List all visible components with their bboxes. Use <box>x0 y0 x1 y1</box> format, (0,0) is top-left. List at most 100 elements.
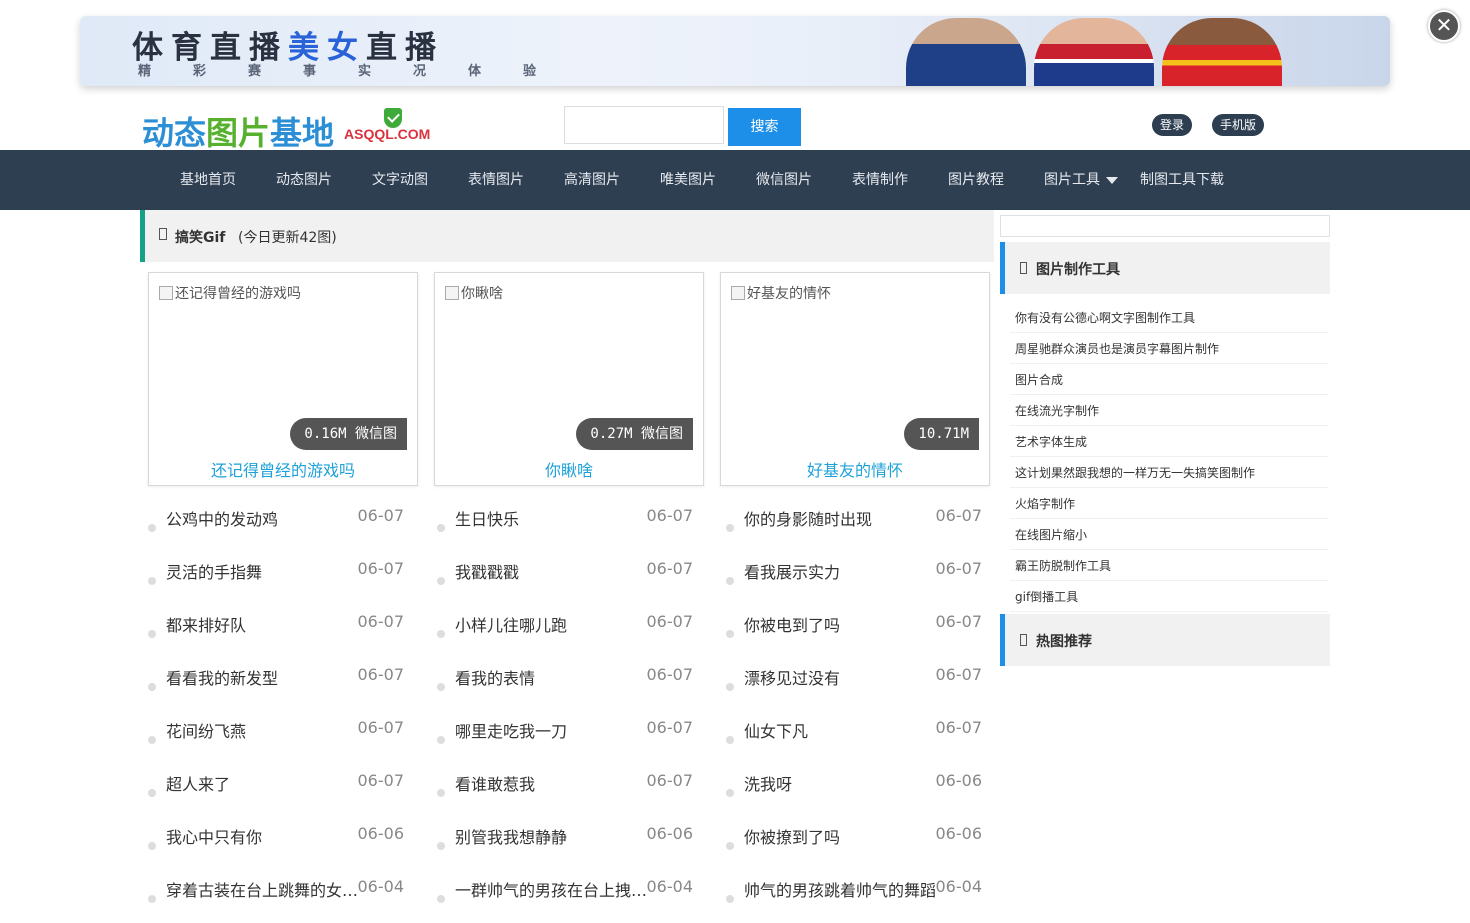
list-item[interactable]: 帅气的男孩跳着帅气的舞蹈 06-04 <box>726 861 982 914</box>
list-item[interactable]: 你的身影随时出现 06-07 <box>726 490 982 543</box>
list-item[interactable]: 看看我的新发型 06-07 <box>148 649 404 702</box>
list-item[interactable]: 看谁敢惹我 06-07 <box>437 755 693 808</box>
mobile-version-button[interactable]: ​手机版 <box>1212 114 1265 136</box>
nav-item-emoji[interactable]: 表情图片 <box>468 150 524 210</box>
bullet-dot <box>726 895 734 903</box>
bullet-dot <box>726 789 734 797</box>
bullet-dot <box>726 524 734 532</box>
bullet-dot <box>148 630 156 638</box>
list-item[interactable]: 仙女下凡 06-07 <box>726 702 982 755</box>
banner-players-image <box>906 16 1286 86</box>
verified-shield-icon <box>384 108 402 128</box>
list-item[interactable]: 洗我呀 06-06 <box>726 755 982 808</box>
bullet-dot <box>437 577 445 585</box>
list-item[interactable]: 看我的表情 06-07 <box>437 649 693 702</box>
bullet-dot <box>148 789 156 797</box>
bullet-dot <box>726 683 734 691</box>
bullet-dot <box>726 842 734 850</box>
sidebar-tool-link[interactable]: gif倒播工具 <box>1010 581 1328 612</box>
sidebar-tools-title: 图片制作工具 <box>1036 262 1120 278</box>
card-caption[interactable]: 你瞅啥 <box>435 457 703 481</box>
sidebar-tool-link[interactable]: 艺术字体生成 <box>1010 426 1328 457</box>
list-item[interactable]: 我心中只有你 06-06 <box>148 808 404 861</box>
sidebar-hot-title: 热图推荐 <box>1036 634 1092 650</box>
sidebar-tool-link[interactable]: 火焰字制作 <box>1010 488 1328 519</box>
image-card[interactable]: 你瞅啥 0.27M 微信图 你瞅啥 <box>434 272 704 486</box>
bookmark-icon <box>1020 262 1027 274</box>
list-item[interactable]: 小样儿往哪儿跑 06-07 <box>437 596 693 649</box>
sidebar-tool-link[interactable]: 在线图片缩小 <box>1010 519 1328 550</box>
sidebar-tool-link[interactable]: 霸王防脱制作工具 <box>1010 550 1328 581</box>
nav-item-animated[interactable]: 动态图片 <box>276 150 332 210</box>
login-button[interactable]: ​登录 <box>1152 114 1193 136</box>
nav-item-download[interactable]: 制图工具下载 <box>1140 150 1224 210</box>
sidebar-tool-link[interactable]: 你有没有公德心啊文字图制作工具 <box>1010 302 1328 333</box>
article-list-3: 你的身影随时出现 06-07 看我展示实力 06-07 你被电到了吗 06-07 漂移… <box>726 490 982 914</box>
bullet-dot <box>726 736 734 744</box>
list-item[interactable]: 哪里走吃我一刀 06-07 <box>437 702 693 755</box>
card-caption[interactable]: 好基友的情怀 <box>721 457 989 481</box>
list-item[interactable]: 花间纷飞燕 06-07 <box>148 702 404 755</box>
bullet-dot <box>437 524 445 532</box>
list-item[interactable]: 你被电到了吗 06-07 <box>726 596 982 649</box>
section-header: 搞笑Gif (今日更新42图) <box>140 210 994 262</box>
list-item[interactable]: 看我展示实力 06-07 <box>726 543 982 596</box>
list-item[interactable]: 我戳戳戳 06-07 <box>437 543 693 596</box>
bullet-dot <box>437 683 445 691</box>
broken-image-icon <box>159 286 173 300</box>
bullet-dot <box>148 736 156 744</box>
nav-item-tutorial[interactable]: 图片教程 <box>948 150 1004 210</box>
sidebar-hot-header: 热图推荐 <box>1000 614 1330 666</box>
nav-item-aesthetic[interactable]: 唯美图片 <box>660 150 716 210</box>
list-item[interactable]: 别管我我想静静 06-06 <box>437 808 693 861</box>
bullet-dot <box>437 842 445 850</box>
broken-image[interactable]: 好基友的情怀 <box>731 283 831 303</box>
chevron-down-icon <box>1106 176 1118 184</box>
banner-subtitle: 精彩赛事实况体验 <box>138 64 579 79</box>
bookmark-icon <box>1020 634 1027 646</box>
bullet-dot <box>437 895 445 903</box>
bullet-dot <box>726 577 734 585</box>
nav-item-text-gif[interactable]: 文字动图 <box>372 150 428 210</box>
search-button[interactable]: ​搜索 <box>728 108 801 146</box>
bullet-dot <box>437 789 445 797</box>
broken-image[interactable]: 你瞅啥 <box>445 283 503 303</box>
list-item[interactable]: 你被撩到了吗 06-06 <box>726 808 982 861</box>
nav-item-tools[interactable]: 图片工具 <box>1044 150 1118 210</box>
section-title[interactable]: 搞笑Gif <box>175 227 225 247</box>
bullet-dot <box>148 683 156 691</box>
broken-image[interactable]: 还记得曾经的游戏吗 <box>159 283 301 303</box>
nav-item-home[interactable]: 基地首页 <box>180 150 236 210</box>
player-figure <box>1034 18 1154 86</box>
nav-item-emoji-maker[interactable]: 表情制作 <box>852 150 908 210</box>
nav-item-wechat[interactable]: 微信图片 <box>756 150 812 210</box>
list-item[interactable]: 穿着古装在台上跳舞的女孩子 06-04 <box>148 861 404 914</box>
list-item[interactable]: 漂移见过没有 06-07 <box>726 649 982 702</box>
top-ad-banner[interactable]: 体育直播美女直播 精彩赛事实况体验 <box>80 16 1390 86</box>
sidebar-tool-link[interactable]: 周星驰群众演员也是演员字幕图片制作 <box>1010 333 1328 364</box>
sidebar-tool-link[interactable]: 图片合成 <box>1010 364 1328 395</box>
list-item[interactable]: 灵活的手指舞 06-07 <box>148 543 404 596</box>
player-figure <box>1162 18 1282 86</box>
bullet-dot <box>437 736 445 744</box>
bullet-dot <box>148 895 156 903</box>
site-logo[interactable]: 动态图片基地 <box>142 108 334 154</box>
list-item[interactable]: 都来排好队 06-07 <box>148 596 404 649</box>
sidebar-tool-link[interactable]: 这计划果然跟我想的一样万无一失搞笑图制作 <box>1010 457 1328 488</box>
list-item[interactable]: 生日快乐 06-07 <box>437 490 693 543</box>
list-item[interactable]: 一群帅气的男孩在台上拽拽的 06-04 <box>437 861 693 914</box>
nav-item-hd[interactable]: 高清图片 <box>564 150 620 210</box>
broken-image-icon <box>731 286 745 300</box>
bullet-dot <box>148 524 156 532</box>
image-card[interactable]: 还记得曾经的游戏吗 0.16M 微信图 还记得曾经的游戏吗 <box>148 272 418 486</box>
list-item[interactable]: 超人来了 06-07 <box>148 755 404 808</box>
close-icon[interactable]: ✕ <box>1428 10 1460 42</box>
bullet-dot <box>148 577 156 585</box>
search-input[interactable] <box>564 106 724 144</box>
bullet-dot <box>148 842 156 850</box>
card-caption[interactable]: 还记得曾经的游戏吗 <box>149 457 417 481</box>
list-item[interactable]: 公鸡中的发动鸡 06-07 <box>148 490 404 543</box>
sidebar-tool-link[interactable]: 在线流光字制作 <box>1010 395 1328 426</box>
article-list-2: 生日快乐 06-07 我戳戳戳 06-07 小样儿往哪儿跑 06-07 看我的表情 06… <box>437 490 693 914</box>
image-card[interactable]: 好基友的情怀 10.71M 好基友的情怀 <box>720 272 990 486</box>
